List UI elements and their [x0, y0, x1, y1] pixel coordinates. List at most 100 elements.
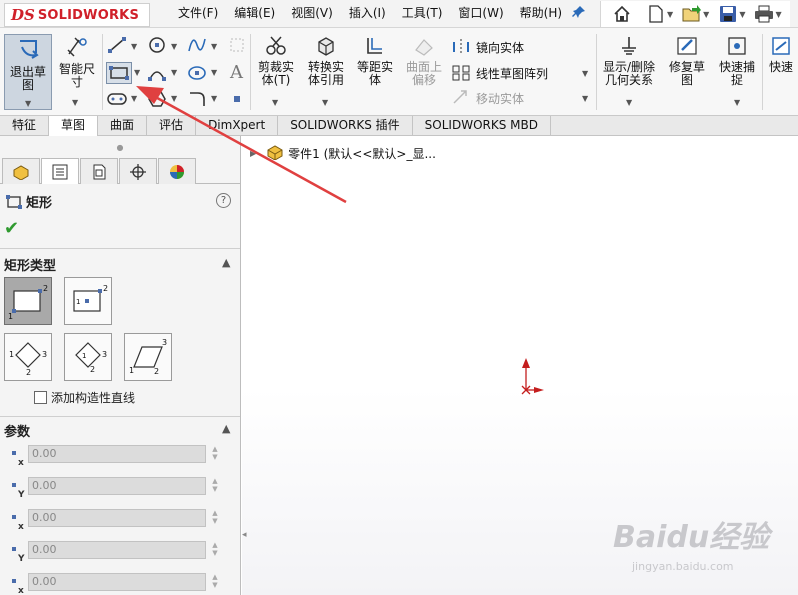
convert-entities-button[interactable]: 转换实体引用 ▼: [302, 36, 350, 107]
menu-help[interactable]: 帮助(H): [520, 4, 562, 21]
chevron-down-icon[interactable]: ▼: [734, 96, 740, 109]
x-coordinate-field[interactable]: 0.00: [28, 445, 206, 463]
y-coordinate-field[interactable]: 0.00: [28, 541, 206, 559]
line-icon[interactable]: [106, 36, 128, 54]
spinner[interactable]: ▲ ▼: [209, 445, 221, 463]
dimxpert-manager-tab[interactable]: [119, 158, 157, 184]
chevron-down-icon[interactable]: ▼: [211, 42, 217, 51]
spinner[interactable]: ▲ ▼: [209, 573, 221, 591]
rapid-sketch-button[interactable]: 快速: [764, 36, 798, 74]
menu-tools[interactable]: 工具(T): [402, 4, 443, 21]
x-coordinate-field[interactable]: 0.00: [28, 509, 206, 527]
tab-surfaces[interactable]: 曲面: [98, 116, 148, 136]
tab-sketch[interactable]: 草图: [49, 116, 99, 136]
3-point-corner-rectangle-option[interactable]: 1 3 2: [4, 333, 52, 381]
ellipse-icon[interactable]: [186, 64, 208, 82]
exit-sketch-button[interactable]: 退出草图 ▼: [4, 34, 52, 110]
tab-evaluate[interactable]: 评估: [147, 116, 197, 136]
arc-icon[interactable]: [146, 64, 168, 82]
open-folder-icon[interactable]: [681, 3, 703, 25]
chevron-down-icon[interactable]: ▼: [211, 68, 217, 77]
rectangle-type-group-header[interactable]: 矩形类型: [4, 255, 56, 274]
solidworks-logo[interactable]: DS SOLIDWORKS: [4, 3, 150, 27]
chevron-down-icon[interactable]: ▼: [171, 42, 177, 51]
mirror-entities-label[interactable]: 镜向实体: [476, 39, 524, 56]
chevron-down-icon[interactable]: ▼: [667, 10, 673, 19]
point-icon[interactable]: [226, 90, 248, 108]
chevron-down-icon[interactable]: ▼: [25, 97, 31, 110]
chevron-down-icon[interactable]: ▼: [739, 10, 745, 19]
corner-rectangle-option[interactable]: 12: [4, 277, 52, 325]
menu-file[interactable]: 文件(F): [178, 4, 218, 21]
offset-on-surface-button[interactable]: 曲面上偏移: [400, 36, 448, 87]
mirror-icon[interactable]: [450, 38, 472, 56]
chevron-down-icon[interactable]: ▼: [211, 94, 217, 103]
new-document-icon[interactable]: [645, 3, 667, 25]
print-icon[interactable]: [753, 3, 775, 25]
tab-solidworks-mbd[interactable]: SOLIDWORKS MBD: [413, 116, 551, 136]
trim-entities-button[interactable]: 剪裁实体(T) ▼: [254, 36, 298, 107]
panel-handle[interactable]: ●: [0, 136, 240, 158]
expand-icon[interactable]: ▶: [250, 149, 256, 158]
display-manager-tab[interactable]: [158, 158, 196, 184]
chevron-down-icon[interactable]: ▼: [582, 94, 588, 103]
menu-window[interactable]: 窗口(W): [458, 4, 503, 21]
x-coordinate-field[interactable]: 0.00: [28, 573, 206, 591]
collapse-icon[interactable]: ▲: [222, 256, 230, 269]
spline-icon[interactable]: [186, 36, 208, 54]
3-point-center-rectangle-option[interactable]: 1 32: [64, 333, 112, 381]
checkbox[interactable]: [34, 391, 47, 404]
configuration-manager-tab[interactable]: [80, 158, 118, 184]
home-icon[interactable]: [611, 3, 633, 25]
chevron-down-icon[interactable]: ▼: [626, 96, 632, 109]
parallelogram-option[interactable]: 1 2 3: [124, 333, 172, 381]
spinner[interactable]: ▲ ▼: [209, 509, 221, 527]
spinner[interactable]: ▲ ▼: [209, 477, 221, 495]
add-construction-lines-checkbox[interactable]: 添加构造性直线: [34, 389, 135, 406]
chevron-down-icon[interactable]: ▼: [131, 94, 137, 103]
feature-manager-tab[interactable]: [2, 158, 40, 184]
rapid-sketch-icon: [764, 36, 798, 59]
ok-button[interactable]: ✔: [4, 218, 19, 239]
collapse-icon[interactable]: ▲: [222, 422, 230, 435]
slot-icon[interactable]: [106, 90, 128, 108]
repair-sketch-button[interactable]: 修复草图: [664, 36, 710, 87]
quick-snaps-button[interactable]: 快速捕捉 ▼: [714, 36, 760, 107]
tab-dimxpert[interactable]: DimXpert: [196, 116, 279, 136]
parameters-group-header[interactable]: 参数: [4, 421, 30, 440]
rectangle-icon[interactable]: [106, 62, 132, 84]
chevron-down-icon[interactable]: ▼: [272, 96, 278, 109]
pin-icon[interactable]: [572, 5, 586, 23]
text-icon[interactable]: A: [226, 62, 248, 80]
panel-splitter[interactable]: ◂: [242, 530, 250, 560]
feature-tree-root[interactable]: ▶ 零件1 (默认<<默认>_显...: [250, 144, 436, 163]
smart-dimension-button[interactable]: 智能尺寸 ▼: [56, 36, 98, 107]
save-icon[interactable]: [717, 3, 739, 25]
offset-entities-button[interactable]: 等距实体: [352, 36, 398, 87]
circle-icon[interactable]: [146, 36, 168, 54]
spinner[interactable]: ▲ ▼: [209, 541, 221, 559]
linear-pattern-label[interactable]: 线性草图阵列: [476, 65, 548, 82]
chevron-down-icon[interactable]: ▼: [582, 69, 588, 78]
y-coordinate-field[interactable]: 0.00: [28, 477, 206, 495]
menu-view[interactable]: 视图(V): [291, 4, 333, 21]
center-rectangle-option[interactable]: 12: [64, 277, 112, 325]
chevron-down-icon[interactable]: ▼: [775, 10, 781, 19]
chevron-down-icon[interactable]: ▼: [171, 94, 177, 103]
menu-insert[interactable]: 插入(I): [349, 4, 386, 21]
chevron-down-icon[interactable]: ▼: [131, 42, 137, 51]
linear-pattern-icon[interactable]: [450, 64, 472, 82]
chevron-down-icon[interactable]: ▼: [72, 96, 78, 109]
property-manager-tab[interactable]: [41, 158, 79, 184]
help-icon[interactable]: ?: [216, 193, 231, 208]
tab-solidworks-addins[interactable]: SOLIDWORKS 插件: [278, 116, 413, 136]
chevron-down-icon[interactable]: ▼: [322, 96, 328, 109]
tab-features[interactable]: 特征: [0, 116, 50, 136]
chevron-down-icon[interactable]: ▼: [171, 68, 177, 77]
fillet-icon[interactable]: [186, 90, 208, 108]
chevron-down-icon[interactable]: ▼: [703, 10, 709, 19]
polygon-icon[interactable]: [146, 90, 168, 108]
menu-edit[interactable]: 编辑(E): [234, 4, 275, 21]
display-delete-relations-button[interactable]: 显示/删除几何关系 ▼: [598, 36, 660, 107]
chevron-down-icon[interactable]: ▼: [134, 68, 140, 77]
